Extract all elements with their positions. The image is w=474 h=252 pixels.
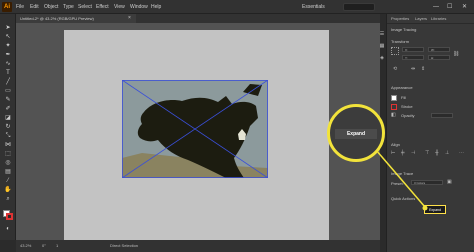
zoom-callout: Expand	[327, 104, 385, 162]
expand-button-zoomed-label: Expand	[346, 131, 366, 137]
expand-button-zoomed[interactable]: Expand	[335, 129, 377, 139]
callout-connector	[375, 149, 428, 211]
